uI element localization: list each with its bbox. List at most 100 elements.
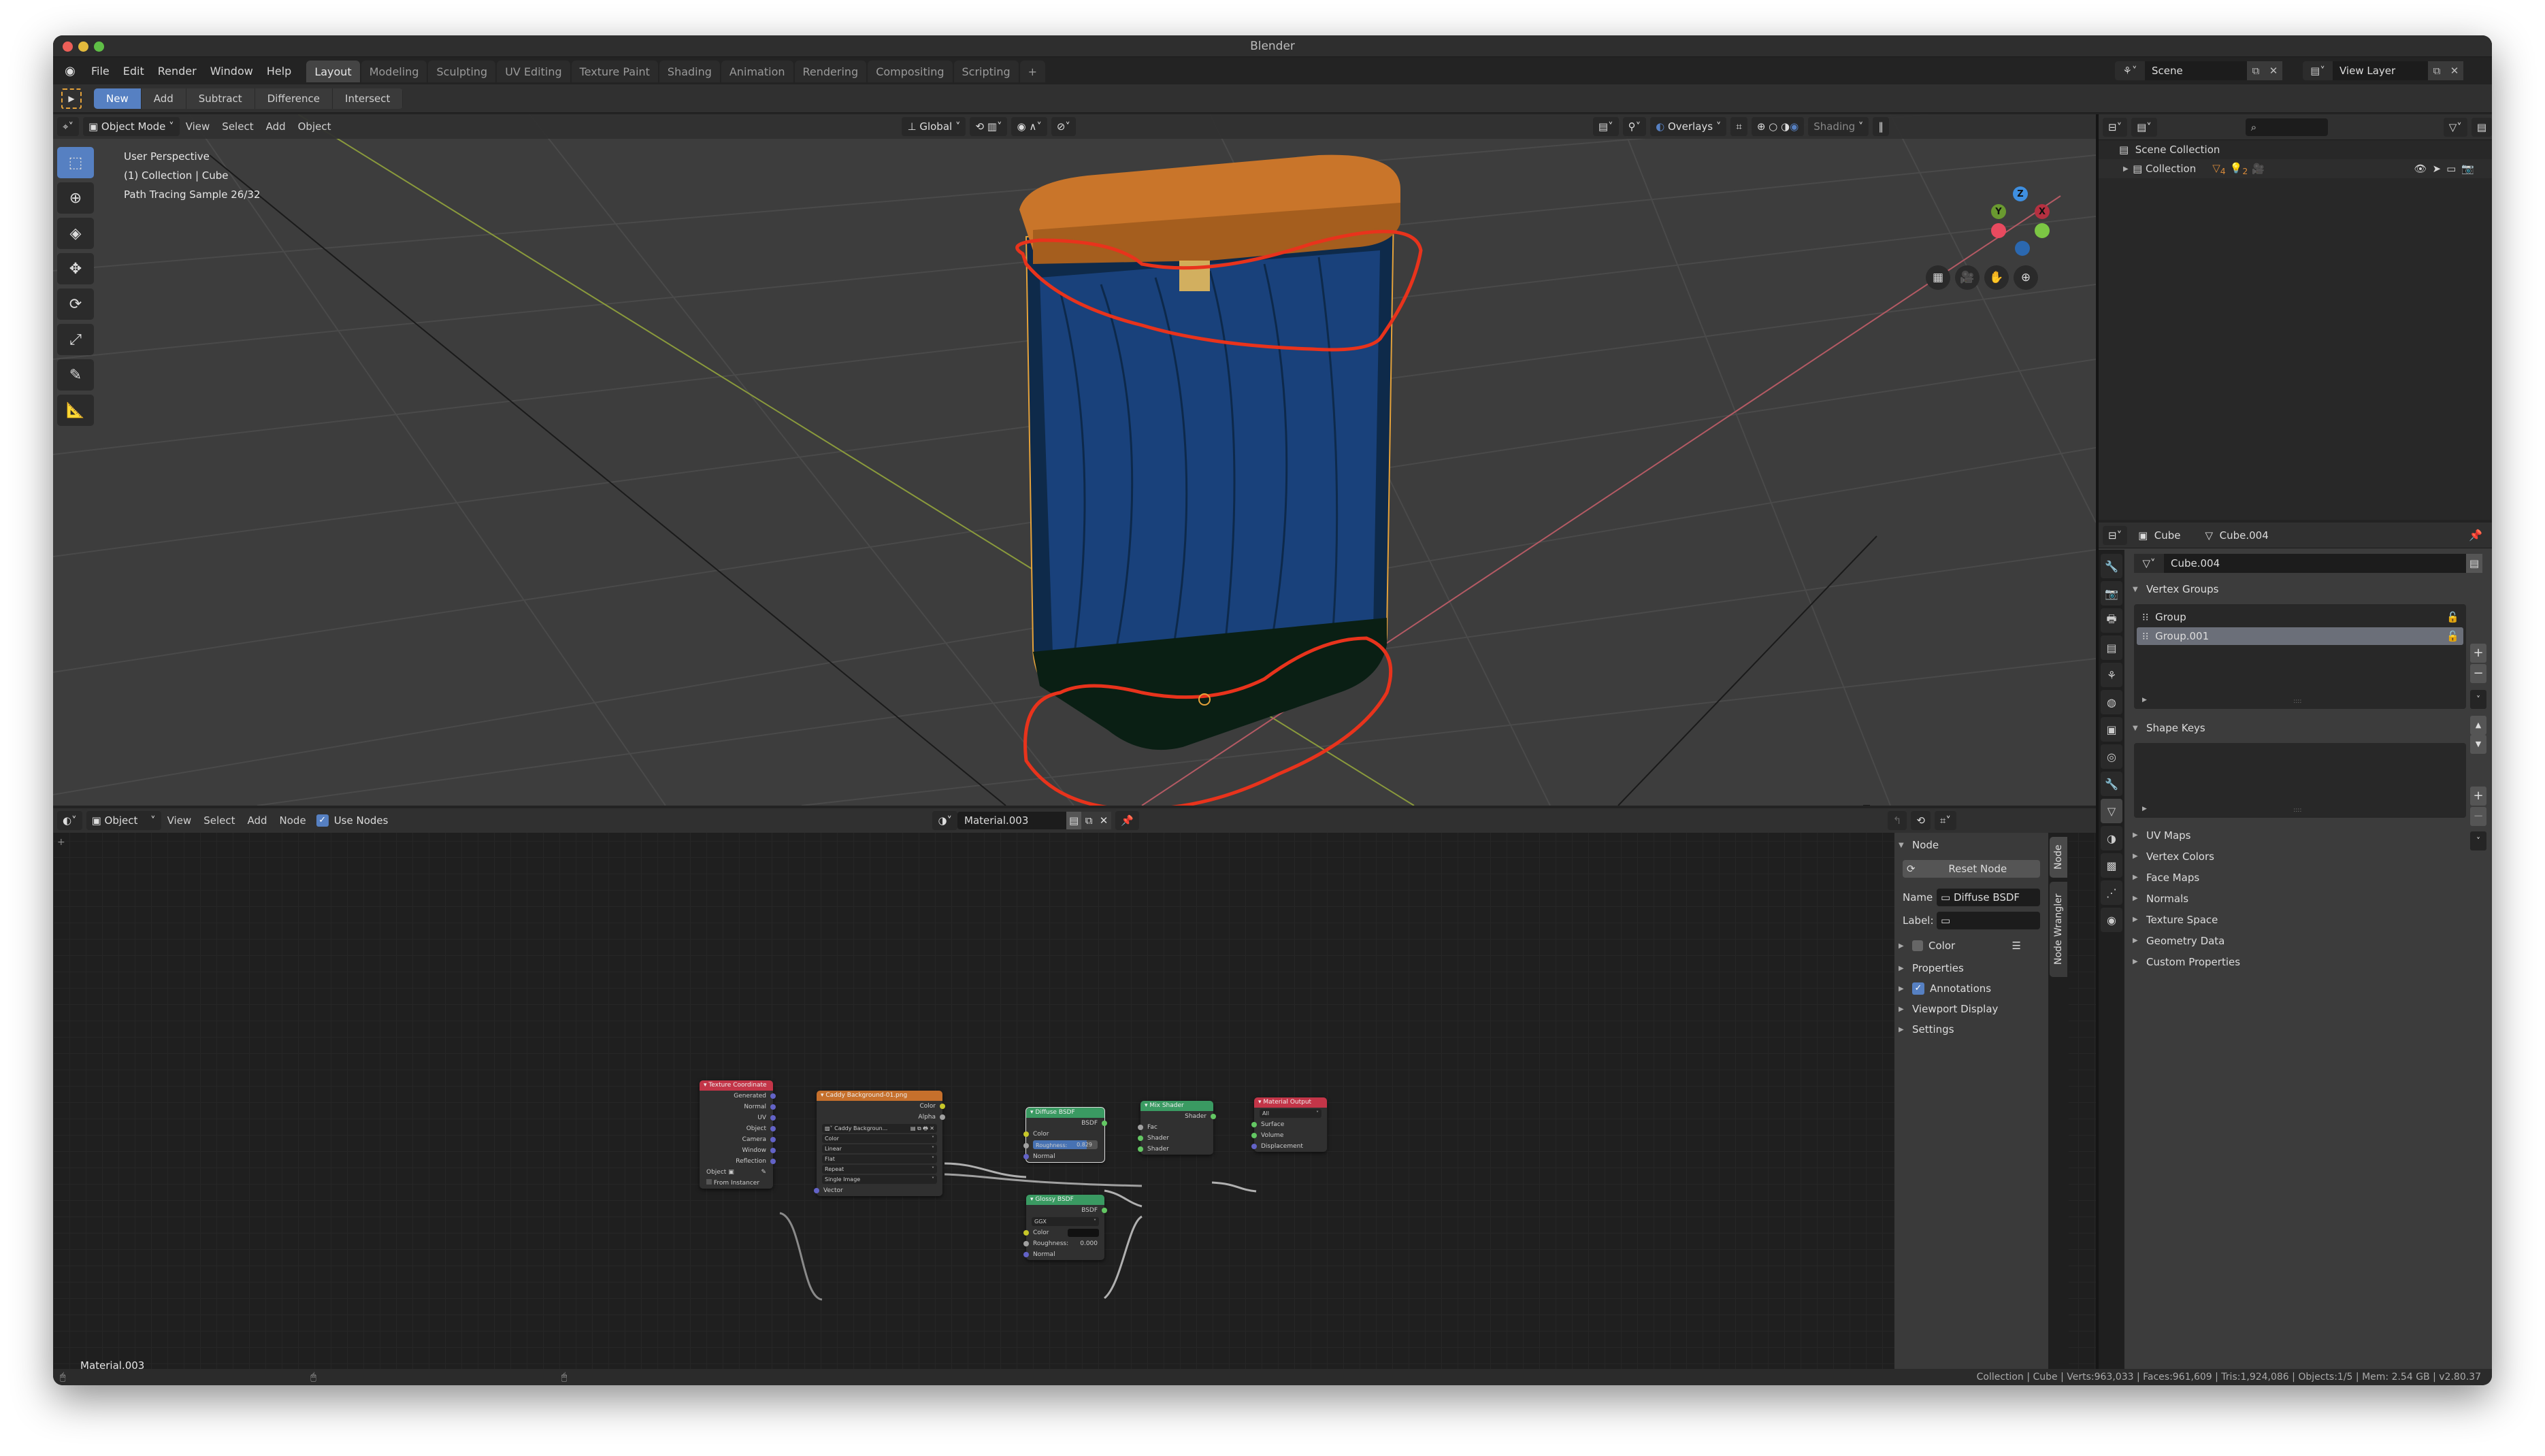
add-shape-key-button[interactable]: + <box>2470 787 2486 806</box>
scene-collection-row[interactable]: ▤ Scene Collection <box>2099 140 2492 159</box>
select-box-tool[interactable]: ⬚ <box>57 147 94 178</box>
tab-scripting[interactable]: Scripting <box>953 61 1019 82</box>
node-header[interactable]: ▾ Diffuse BSDF <box>1026 1108 1104 1118</box>
vertex-group-item[interactable]: ⁝⁝ Group 🔓 <box>2137 608 2463 626</box>
source-dropdown[interactable]: Single Image ˅ <box>822 1175 937 1184</box>
tab-layout[interactable]: Layout <box>306 61 360 82</box>
scale-tool[interactable]: ⤢ <box>57 324 94 355</box>
object-tab[interactable]: ▣ <box>2101 717 2122 742</box>
annotate-tool[interactable]: ✎ <box>57 359 94 391</box>
annotations-section[interactable]: ▶ ✓ Annotations <box>1894 978 2048 999</box>
socket-reflection[interactable]: Reflection <box>700 1156 776 1167</box>
menu-file[interactable]: File <box>84 65 116 78</box>
target-dropdown[interactable]: All ˅ <box>1260 1109 1321 1118</box>
mesh-datablock-field[interactable]: ▽˅ Cube.004 ▤ <box>2134 554 2482 573</box>
socket-surface-input[interactable]: Surface <box>1251 1119 1327 1130</box>
node-header[interactable]: ▾ Mix Shader <box>1140 1101 1213 1111</box>
reset-node-button[interactable]: ⟳ Reset Node <box>1903 860 2040 878</box>
shader-type-dropdown[interactable]: ▣ Object ˅ <box>86 811 161 830</box>
duplicate-view-layer-icon[interactable]: ⧉ <box>2428 61 2446 80</box>
mode-subtract-button[interactable]: Subtract <box>186 88 255 109</box>
node-editor-type-button[interactable]: ◐˅ <box>57 811 82 830</box>
shape-key-specials-button[interactable]: ˅ <box>2470 831 2486 850</box>
socket-color-input[interactable]: Color <box>1023 1227 1104 1238</box>
move-down-button[interactable]: ▼ <box>2470 735 2486 754</box>
properties-editor-type-button[interactable]: ⊟˅ <box>2103 525 2128 545</box>
visibility-toggles[interactable]: 👁➤▭📷 <box>2414 163 2480 175</box>
view-layer-selector[interactable]: ▤˅ View Layer ⧉ ✕ <box>2303 61 2463 80</box>
select-box-tool-icon[interactable]: ▶ <box>61 88 82 109</box>
move-all-tool[interactable]: ◈ <box>57 218 94 249</box>
maximize-window-button[interactable] <box>94 42 104 52</box>
viewport-disable-icon[interactable]: ▭ <box>2446 163 2461 175</box>
z-axis-gizmo[interactable]: Z <box>2013 186 2028 201</box>
socket-vector-input[interactable]: Vector <box>814 1185 942 1196</box>
object-picker-field[interactable]: Object ▣ ✎ <box>700 1167 773 1178</box>
menu-help[interactable]: Help <box>260 65 298 78</box>
mesh-data-tab[interactable]: ▽ <box>2101 799 2122 823</box>
color-presets-icon[interactable]: ☰ <box>2012 940 2021 952</box>
neg-z-axis-gizmo[interactable] <box>2015 241 2030 256</box>
mix-shader-node[interactable]: ▾ Mix Shader Shader Fac Shader Shader <box>1138 1101 1216 1155</box>
remove-view-layer-icon[interactable]: ✕ <box>2446 61 2463 80</box>
socket-volume-input[interactable]: Volume <box>1251 1130 1327 1141</box>
tab-uv-editing[interactable]: UV Editing <box>497 61 570 82</box>
object-visibility-button[interactable]: ▤˅ <box>1592 117 1619 136</box>
socket-generated[interactable]: Generated <box>700 1091 776 1102</box>
menu-edit[interactable]: Edit <box>116 65 151 78</box>
viewport-display-section[interactable]: ▶ Viewport Display <box>1894 999 2048 1019</box>
normals-section[interactable]: ▶ Normals <box>2129 888 2488 909</box>
distribution-dropdown[interactable]: GGX ˅ <box>1032 1217 1099 1226</box>
mesh-objects-icon[interactable]: ▽4 <box>2212 162 2226 176</box>
eye-icon[interactable]: 👁 <box>2414 163 2433 175</box>
socket-normal-input[interactable]: Normal <box>1023 1151 1104 1162</box>
use-nodes-checkbox[interactable]: ✓ Use Nodes <box>316 814 388 827</box>
gizmo-toggle-button[interactable]: ⚲˅ <box>1622 117 1647 136</box>
viewport-menu-add[interactable]: Add <box>260 120 292 133</box>
scene-selector[interactable]: ⚘˅ Scene ⧉ ✕ <box>2115 61 2282 80</box>
shader-node-editor[interactable]: ◐˅ ▣ Object ˅ View Select Add Node ✓ Use N… <box>53 808 2096 1369</box>
socket-shader-input-2[interactable]: Shader <box>1138 1144 1213 1155</box>
node-menu-add[interactable]: Add <box>241 814 273 827</box>
view-layer-name[interactable]: View Layer <box>2333 65 2428 77</box>
lock-icon[interactable]: 🔓 <box>2446 611 2459 623</box>
mesh-breadcrumb[interactable]: ▽ Cube.004 <box>2205 529 2269 542</box>
mode-difference-button[interactable]: Difference <box>255 88 333 109</box>
render-tab[interactable]: 📷 <box>2101 581 2122 606</box>
pause-render-button[interactable]: ‖ <box>1873 117 1889 136</box>
cursor-tool[interactable]: ⊕ <box>57 182 94 214</box>
shape-keys-header[interactable]: ▼ Shape Keys <box>2129 716 2488 740</box>
pivot-point-button[interactable]: ⟲ ▥˅ <box>970 117 1008 136</box>
overlays-button[interactable]: ◐ Overlays ˅ <box>1650 117 1727 136</box>
display-mode-button[interactable]: ▤˅ <box>2131 117 2157 137</box>
socket-uv[interactable]: UV <box>700 1112 776 1123</box>
interpolation-dropdown[interactable]: Linear ˅ <box>822 1144 937 1153</box>
minimize-window-button[interactable] <box>78 42 88 52</box>
duplicate-material-icon[interactable]: ⧉ <box>1081 812 1097 829</box>
particles-tab[interactable]: ⋰ <box>2101 880 2122 905</box>
mode-intersect-button[interactable]: Intersect <box>333 88 404 109</box>
duplicate-scene-icon[interactable]: ⧉ <box>2247 61 2265 80</box>
3d-viewport[interactable]: ⌖˅ ▣ Object Mode ˅ View Select Add Objec… <box>53 114 2096 806</box>
shading-mode-buttons[interactable]: ⊕ ○ ◑ ◉ <box>1751 117 1805 136</box>
list-resize-handle[interactable]: :::: <box>2293 698 2301 705</box>
image-datablock-field[interactable]: ▨˅ Caddy Backgroun... ▤ ⧉ 🖶 ✕ <box>822 1124 937 1133</box>
custom-properties-section[interactable]: ▶ Custom Properties <box>2129 951 2488 972</box>
socket-shader-output[interactable]: Shader <box>1140 1111 1216 1122</box>
neg-y-axis-gizmo[interactable] <box>2035 223 2050 238</box>
node-menu-node[interactable]: Node <box>274 814 312 827</box>
socket-bsdf-output[interactable]: BSDF <box>1026 1118 1107 1129</box>
pan-view-icon[interactable]: ✋ <box>1984 265 2009 290</box>
socket-camera[interactable]: Camera <box>700 1134 776 1145</box>
measure-tool[interactable]: 📐 <box>57 395 94 426</box>
texture-tab[interactable]: ▩ <box>2101 853 2122 878</box>
node-properties-row[interactable]: ▶ Properties <box>1894 958 2048 978</box>
color-space-dropdown[interactable]: Color ˅ <box>822 1134 937 1143</box>
viewport-menu-select[interactable]: Select <box>216 120 259 133</box>
node-label-field[interactable]: ▭ <box>1937 912 2040 929</box>
tool-tab[interactable]: 🔧 <box>2101 554 2122 578</box>
viewport-menu-view[interactable]: View <box>180 120 216 133</box>
glossy-bsdf-node[interactable]: ▾ Glossy BSDF BSDF GGX ˅ Color Roughness:… <box>1023 1195 1107 1260</box>
roughness-field[interactable]: Roughness: 0.000 <box>1023 1238 1104 1249</box>
extension-dropdown[interactable]: Repeat ˅ <box>822 1165 937 1174</box>
